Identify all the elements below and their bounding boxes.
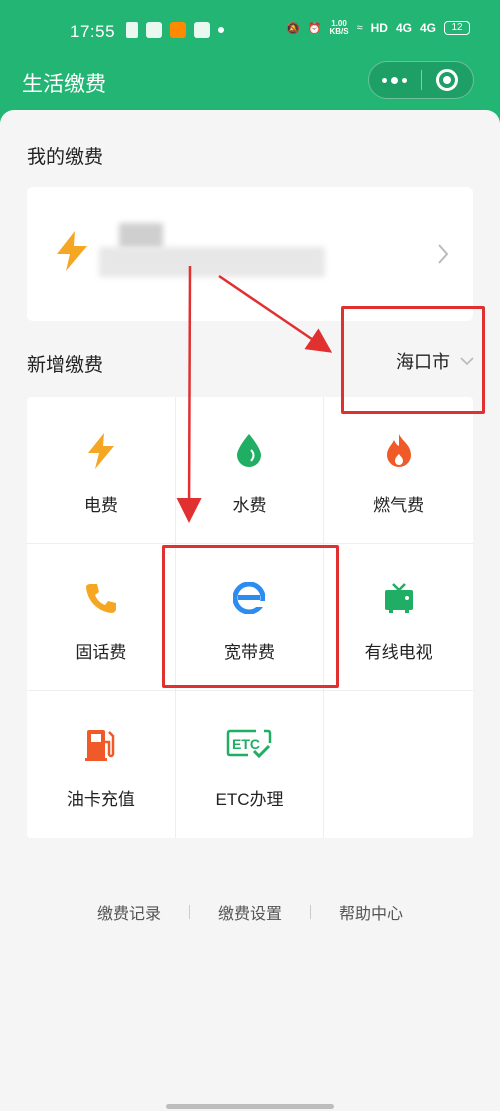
service-label: 水费 <box>232 496 267 515</box>
my-payment-card[interactable] <box>27 187 473 321</box>
payment-settings-link[interactable]: 缴费设置 <box>190 900 310 924</box>
taobao-app-icon <box>170 22 186 38</box>
close-circle-icon <box>436 69 459 91</box>
system-icons: 🔕 ⏰ 1.00 KB/S ≈ HD 4G 4G 12 <box>286 20 470 36</box>
service-label: 油卡充值 <box>66 790 135 809</box>
service-cable-tv[interactable]: 有线电视 <box>324 544 473 691</box>
more-dot-icon <box>382 77 388 83</box>
service-landline[interactable]: 固话费 <box>27 544 176 691</box>
help-center-link[interactable]: 帮助中心 <box>311 900 431 924</box>
close-button[interactable] <box>421 62 473 98</box>
home-indicator <box>166 1104 334 1109</box>
etc-icon: ETC <box>226 727 272 763</box>
net-speed-unit: KB/S <box>329 27 349 36</box>
chevron-right-icon <box>438 244 449 264</box>
service-label: 固话费 <box>75 643 127 662</box>
blurred-account-info <box>119 223 163 249</box>
more-button[interactable] <box>369 62 421 98</box>
sim-icon <box>126 22 138 38</box>
status-bar: 17:55 🔕 ⏰ 1.00 KB/S ≈ HD 4G 4G 12 <box>0 0 500 62</box>
payment-history-link[interactable]: 缴费记录 <box>69 900 189 924</box>
more-dot-icon <box>402 77 408 83</box>
lightning-icon <box>83 433 119 469</box>
notification-icons <box>126 22 224 38</box>
title-bar: 生活缴费 <box>0 61 500 112</box>
signal-2: 4G <box>419 21 436 35</box>
more-notifications-icon <box>218 27 224 33</box>
chat-app-icon <box>194 22 210 38</box>
wifi-icon: ≈ <box>356 22 363 34</box>
etc-badge: ETC <box>232 736 260 752</box>
water-drop-icon <box>231 433 267 469</box>
page-title: 生活缴费 <box>22 73 106 96</box>
empty-cell <box>324 691 473 838</box>
hd-label: HD <box>370 21 388 35</box>
status-time: 17:55 <box>70 22 116 41</box>
phone-icon <box>83 580 119 616</box>
miniprogram-capsule <box>368 61 474 99</box>
service-label: 有线电视 <box>364 643 433 662</box>
service-label: ETC办理 <box>215 790 284 809</box>
mute-bell-icon: 🔕 <box>286 22 300 35</box>
my-payments-title: 我的缴费 <box>27 147 104 168</box>
service-fuel-card[interactable]: 油卡充值 <box>27 691 176 838</box>
service-label: 电费 <box>83 496 118 515</box>
lightning-icon <box>57 231 87 271</box>
service-electricity[interactable]: 电费 <box>27 397 176 544</box>
service-water[interactable]: 水费 <box>175 397 325 544</box>
annotation-box-broadband <box>162 545 339 688</box>
new-payment-title: 新增缴费 <box>27 355 104 376</box>
signal-1: 4G <box>395 21 412 35</box>
service-gas[interactable]: 燃气费 <box>324 397 473 544</box>
tv-icon <box>381 580 417 616</box>
flame-icon <box>381 433 417 469</box>
alarm-icon: ⏰ <box>307 22 322 35</box>
more-dot-icon <box>391 76 399 84</box>
service-label: 燃气费 <box>373 496 425 515</box>
gas-pump-icon <box>83 727 119 763</box>
blurred-account-info <box>99 247 325 277</box>
service-etc[interactable]: ETC ETC办理 <box>176 691 325 838</box>
annotation-box-city <box>341 306 485 414</box>
net-speed: 1.00 KB/S <box>329 20 348 36</box>
battery-indicator: 12 <box>444 21 470 35</box>
footer-links: 缴费记录 缴费设置 帮助中心 <box>0 900 500 924</box>
clock-app-icon <box>146 22 162 38</box>
